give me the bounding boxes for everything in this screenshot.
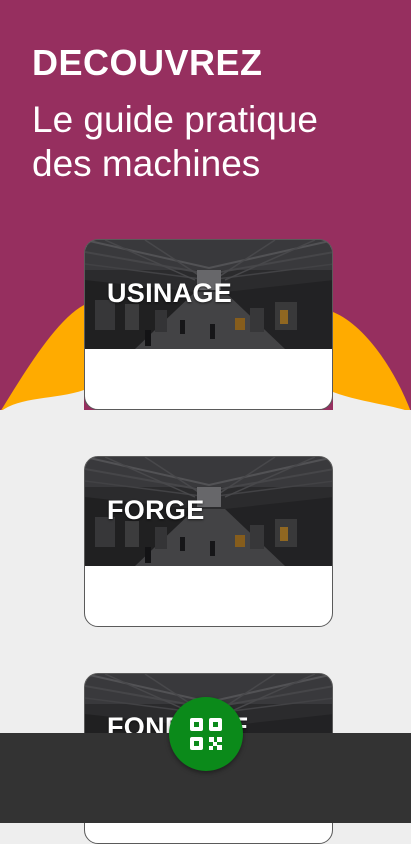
card-image: USINAGE xyxy=(85,240,332,349)
qr-scan-button[interactable] xyxy=(169,697,243,771)
card-label: FORGE xyxy=(107,495,205,525)
category-card-forge[interactable]: FORGE xyxy=(84,456,333,627)
card-image: FORGE xyxy=(85,457,332,566)
card-label: USINAGE xyxy=(107,278,233,308)
page-title: Le guide pratique des machines xyxy=(32,99,318,184)
page-kicker: DECOUVREZ xyxy=(32,42,263,83)
qr-code-icon xyxy=(190,718,222,750)
header: DECOUVREZ Le guide pratique des machines xyxy=(32,42,372,186)
category-card-usinage[interactable]: USINAGE xyxy=(84,239,333,410)
